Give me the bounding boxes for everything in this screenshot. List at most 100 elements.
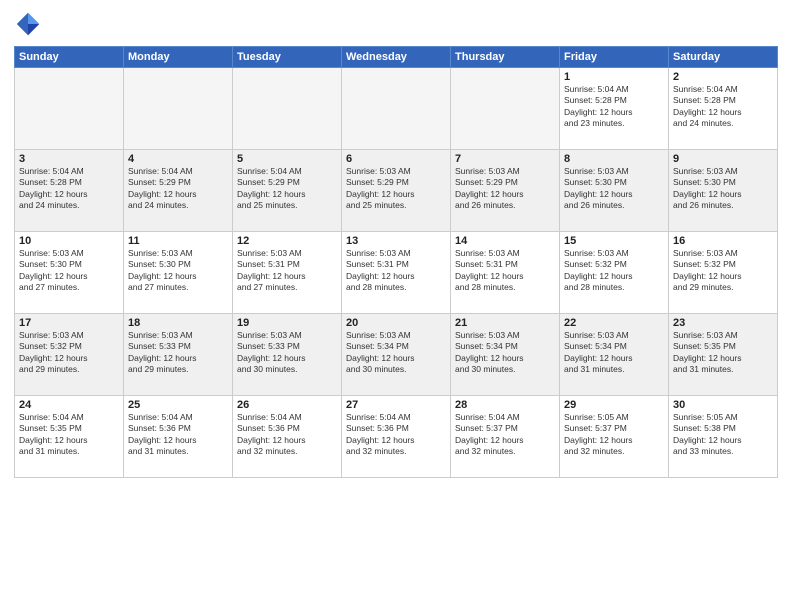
calendar-cell: 24Sunrise: 5:04 AM Sunset: 5:35 PM Dayli… <box>15 396 124 478</box>
weekday-header-saturday: Saturday <box>669 47 778 68</box>
day-info: Sunrise: 5:05 AM Sunset: 5:38 PM Dayligh… <box>673 412 773 458</box>
calendar-cell: 2Sunrise: 5:04 AM Sunset: 5:28 PM Daylig… <box>669 68 778 150</box>
calendar-cell: 26Sunrise: 5:04 AM Sunset: 5:36 PM Dayli… <box>233 396 342 478</box>
day-number: 30 <box>673 399 773 411</box>
day-number: 17 <box>19 317 119 329</box>
day-number: 10 <box>19 235 119 247</box>
day-number: 7 <box>455 153 555 165</box>
day-number: 24 <box>19 399 119 411</box>
day-info: Sunrise: 5:03 AM Sunset: 5:30 PM Dayligh… <box>564 166 664 212</box>
calendar-week-row: 24Sunrise: 5:04 AM Sunset: 5:35 PM Dayli… <box>15 396 778 478</box>
day-number: 23 <box>673 317 773 329</box>
day-info: Sunrise: 5:04 AM Sunset: 5:29 PM Dayligh… <box>237 166 337 212</box>
logo-icon <box>14 10 42 38</box>
calendar-week-row: 10Sunrise: 5:03 AM Sunset: 5:30 PM Dayli… <box>15 232 778 314</box>
weekday-header-wednesday: Wednesday <box>342 47 451 68</box>
day-info: Sunrise: 5:03 AM Sunset: 5:33 PM Dayligh… <box>237 330 337 376</box>
day-info: Sunrise: 5:03 AM Sunset: 5:30 PM Dayligh… <box>128 248 228 294</box>
day-info: Sunrise: 5:03 AM Sunset: 5:32 PM Dayligh… <box>19 330 119 376</box>
calendar-week-row: 1Sunrise: 5:04 AM Sunset: 5:28 PM Daylig… <box>15 68 778 150</box>
calendar-cell: 3Sunrise: 5:04 AM Sunset: 5:28 PM Daylig… <box>15 150 124 232</box>
day-info: Sunrise: 5:03 AM Sunset: 5:29 PM Dayligh… <box>346 166 446 212</box>
day-number: 27 <box>346 399 446 411</box>
day-number: 1 <box>564 71 664 83</box>
calendar-cell: 23Sunrise: 5:03 AM Sunset: 5:35 PM Dayli… <box>669 314 778 396</box>
day-info: Sunrise: 5:03 AM Sunset: 5:32 PM Dayligh… <box>673 248 773 294</box>
day-number: 2 <box>673 71 773 83</box>
day-info: Sunrise: 5:04 AM Sunset: 5:29 PM Dayligh… <box>128 166 228 212</box>
calendar-cell: 20Sunrise: 5:03 AM Sunset: 5:34 PM Dayli… <box>342 314 451 396</box>
header <box>14 10 778 38</box>
day-info: Sunrise: 5:04 AM Sunset: 5:28 PM Dayligh… <box>673 84 773 130</box>
day-number: 29 <box>564 399 664 411</box>
day-info: Sunrise: 5:03 AM Sunset: 5:31 PM Dayligh… <box>237 248 337 294</box>
calendar-table: SundayMondayTuesdayWednesdayThursdayFrid… <box>14 46 778 478</box>
day-number: 15 <box>564 235 664 247</box>
day-number: 9 <box>673 153 773 165</box>
day-info: Sunrise: 5:04 AM Sunset: 5:35 PM Dayligh… <box>19 412 119 458</box>
day-info: Sunrise: 5:04 AM Sunset: 5:36 PM Dayligh… <box>128 412 228 458</box>
day-number: 16 <box>673 235 773 247</box>
calendar-cell <box>233 68 342 150</box>
calendar-cell: 21Sunrise: 5:03 AM Sunset: 5:34 PM Dayli… <box>451 314 560 396</box>
calendar-cell <box>124 68 233 150</box>
day-number: 25 <box>128 399 228 411</box>
calendar-cell: 18Sunrise: 5:03 AM Sunset: 5:33 PM Dayli… <box>124 314 233 396</box>
day-number: 18 <box>128 317 228 329</box>
calendar-header-row: SundayMondayTuesdayWednesdayThursdayFrid… <box>15 47 778 68</box>
day-number: 14 <box>455 235 555 247</box>
day-number: 6 <box>346 153 446 165</box>
calendar-cell: 28Sunrise: 5:04 AM Sunset: 5:37 PM Dayli… <box>451 396 560 478</box>
calendar-cell: 7Sunrise: 5:03 AM Sunset: 5:29 PM Daylig… <box>451 150 560 232</box>
day-number: 13 <box>346 235 446 247</box>
weekday-header-thursday: Thursday <box>451 47 560 68</box>
day-number: 4 <box>128 153 228 165</box>
day-info: Sunrise: 5:03 AM Sunset: 5:31 PM Dayligh… <box>346 248 446 294</box>
day-info: Sunrise: 5:03 AM Sunset: 5:35 PM Dayligh… <box>673 330 773 376</box>
calendar-cell: 16Sunrise: 5:03 AM Sunset: 5:32 PM Dayli… <box>669 232 778 314</box>
calendar-cell: 13Sunrise: 5:03 AM Sunset: 5:31 PM Dayli… <box>342 232 451 314</box>
day-info: Sunrise: 5:04 AM Sunset: 5:28 PM Dayligh… <box>564 84 664 130</box>
weekday-header-tuesday: Tuesday <box>233 47 342 68</box>
day-number: 22 <box>564 317 664 329</box>
calendar-cell: 25Sunrise: 5:04 AM Sunset: 5:36 PM Dayli… <box>124 396 233 478</box>
calendar-cell: 14Sunrise: 5:03 AM Sunset: 5:31 PM Dayli… <box>451 232 560 314</box>
calendar-week-row: 3Sunrise: 5:04 AM Sunset: 5:28 PM Daylig… <box>15 150 778 232</box>
day-info: Sunrise: 5:05 AM Sunset: 5:37 PM Dayligh… <box>564 412 664 458</box>
day-number: 19 <box>237 317 337 329</box>
calendar-cell: 17Sunrise: 5:03 AM Sunset: 5:32 PM Dayli… <box>15 314 124 396</box>
calendar-cell: 15Sunrise: 5:03 AM Sunset: 5:32 PM Dayli… <box>560 232 669 314</box>
day-info: Sunrise: 5:03 AM Sunset: 5:34 PM Dayligh… <box>564 330 664 376</box>
day-info: Sunrise: 5:04 AM Sunset: 5:37 PM Dayligh… <box>455 412 555 458</box>
day-info: Sunrise: 5:03 AM Sunset: 5:34 PM Dayligh… <box>346 330 446 376</box>
day-info: Sunrise: 5:03 AM Sunset: 5:30 PM Dayligh… <box>19 248 119 294</box>
calendar-cell: 22Sunrise: 5:03 AM Sunset: 5:34 PM Dayli… <box>560 314 669 396</box>
weekday-header-monday: Monday <box>124 47 233 68</box>
day-number: 3 <box>19 153 119 165</box>
calendar-cell: 12Sunrise: 5:03 AM Sunset: 5:31 PM Dayli… <box>233 232 342 314</box>
day-number: 5 <box>237 153 337 165</box>
calendar-cell: 11Sunrise: 5:03 AM Sunset: 5:30 PM Dayli… <box>124 232 233 314</box>
weekday-header-friday: Friday <box>560 47 669 68</box>
day-number: 11 <box>128 235 228 247</box>
day-number: 12 <box>237 235 337 247</box>
day-info: Sunrise: 5:03 AM Sunset: 5:30 PM Dayligh… <box>673 166 773 212</box>
calendar-cell: 9Sunrise: 5:03 AM Sunset: 5:30 PM Daylig… <box>669 150 778 232</box>
calendar-cell: 30Sunrise: 5:05 AM Sunset: 5:38 PM Dayli… <box>669 396 778 478</box>
calendar-cell: 27Sunrise: 5:04 AM Sunset: 5:36 PM Dayli… <box>342 396 451 478</box>
day-info: Sunrise: 5:03 AM Sunset: 5:34 PM Dayligh… <box>455 330 555 376</box>
day-info: Sunrise: 5:03 AM Sunset: 5:32 PM Dayligh… <box>564 248 664 294</box>
logo <box>14 10 46 38</box>
day-number: 20 <box>346 317 446 329</box>
calendar-cell: 10Sunrise: 5:03 AM Sunset: 5:30 PM Dayli… <box>15 232 124 314</box>
calendar-cell: 19Sunrise: 5:03 AM Sunset: 5:33 PM Dayli… <box>233 314 342 396</box>
day-info: Sunrise: 5:03 AM Sunset: 5:29 PM Dayligh… <box>455 166 555 212</box>
calendar-cell: 6Sunrise: 5:03 AM Sunset: 5:29 PM Daylig… <box>342 150 451 232</box>
day-info: Sunrise: 5:04 AM Sunset: 5:28 PM Dayligh… <box>19 166 119 212</box>
calendar-cell <box>451 68 560 150</box>
day-info: Sunrise: 5:04 AM Sunset: 5:36 PM Dayligh… <box>237 412 337 458</box>
calendar-cell: 1Sunrise: 5:04 AM Sunset: 5:28 PM Daylig… <box>560 68 669 150</box>
calendar-cell: 5Sunrise: 5:04 AM Sunset: 5:29 PM Daylig… <box>233 150 342 232</box>
calendar-cell <box>15 68 124 150</box>
day-info: Sunrise: 5:03 AM Sunset: 5:33 PM Dayligh… <box>128 330 228 376</box>
